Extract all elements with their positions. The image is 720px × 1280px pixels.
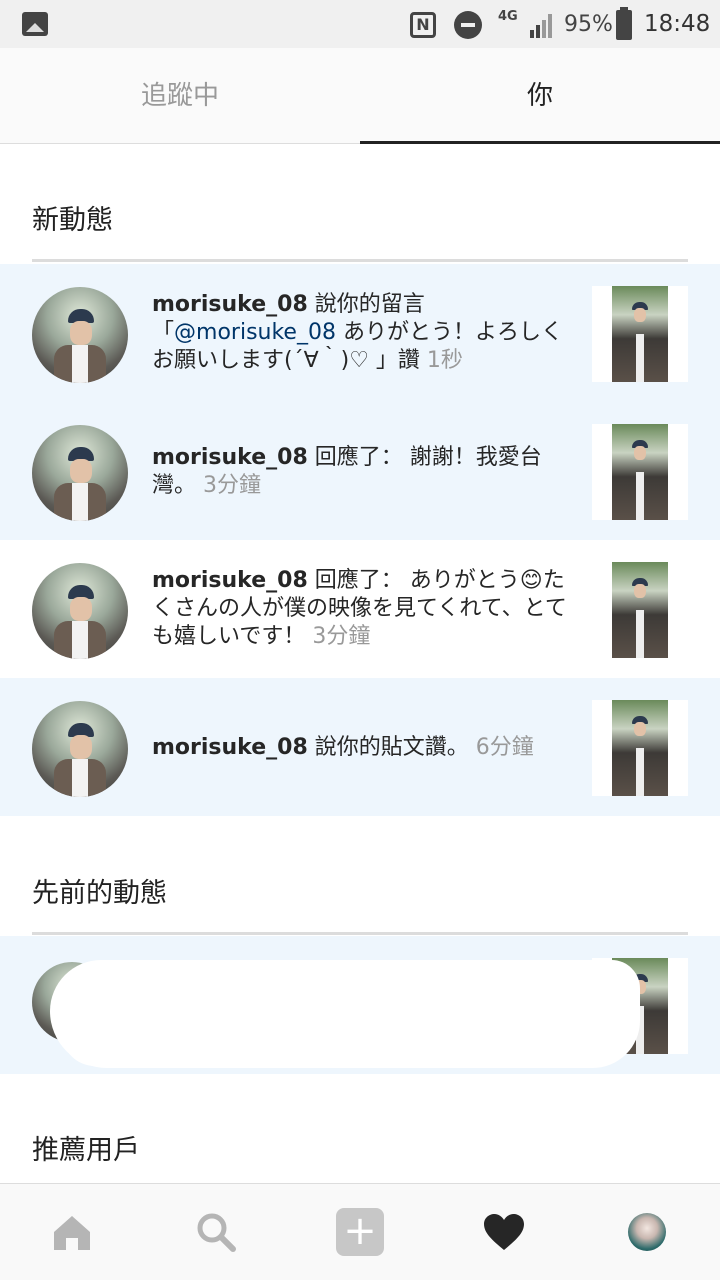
post-thumbnail[interactable]: [592, 562, 688, 658]
heart-icon[interactable]: [482, 1212, 526, 1252]
nfc-icon: N: [410, 12, 436, 38]
clock: 18:48: [644, 11, 711, 37]
search-icon[interactable]: [196, 1212, 236, 1252]
timestamp: 1秒: [419, 348, 463, 373]
user-avatar[interactable]: [32, 701, 128, 797]
profile-avatar[interactable]: [628, 1213, 666, 1251]
timestamp: 3分鐘: [305, 624, 371, 649]
username[interactable]: morisuke_08: [152, 445, 308, 470]
notification-item[interactable]: morisuke_08 回應了： ありがとう😊たくさんの人が僕の映像を見てくれて…: [0, 540, 720, 678]
notification-action: 說你的留言: [307, 292, 425, 317]
notification-text: morisuke_08 說你的貼文讚。 6分鐘: [152, 734, 572, 762]
notification-item[interactable]: morisuke_08 說你的留言 「@morisuke_08 ありがとう！よろ…: [0, 264, 720, 402]
notification-action: 說你的貼文讚。: [307, 735, 469, 760]
section-title-new-activity: 新動態: [32, 205, 113, 236]
timestamp: 3分鐘: [196, 473, 262, 498]
user-avatar[interactable]: [32, 563, 128, 659]
home-icon[interactable]: [52, 1214, 92, 1252]
battery-icon: [616, 7, 632, 40]
mention-link[interactable]: @morisuke_08: [174, 320, 336, 345]
username[interactable]: morisuke_08: [152, 735, 308, 760]
post-thumbnail[interactable]: [592, 424, 688, 520]
section-title-earlier-activity: 先前的動態: [32, 878, 167, 909]
tab-following[interactable]: 追蹤中: [0, 48, 360, 144]
section-title-suggested-users: 推薦用戶: [32, 1135, 140, 1166]
notification-item[interactable]: morisuke_08 說你的貼文讚。 6分鐘: [0, 678, 720, 816]
username[interactable]: morisuke_08: [152, 568, 308, 593]
battery-percentage: 95%: [564, 12, 613, 37]
post-thumbnail[interactable]: [592, 700, 688, 796]
notification-text: morisuke_08 說你的留言 「@morisuke_08 ありがとう！よろ…: [152, 291, 572, 375]
user-avatar[interactable]: [32, 425, 128, 521]
notification-text: morisuke_08 回應了： 謝謝！我愛台灣。 3分鐘: [152, 444, 572, 500]
gallery-notification-icon: [22, 12, 48, 36]
notification-item[interactable]: morisuke_08 回應了： 謝謝！我愛台灣。 3分鐘: [0, 402, 720, 540]
timestamp: 6分鐘: [468, 735, 534, 760]
notification-action: 回應了：: [307, 568, 403, 593]
add-post-button[interactable]: +: [336, 1208, 384, 1256]
notification-action: 回應了：: [307, 445, 403, 470]
status-bar: N 4G 95% 18:48: [0, 0, 720, 48]
activity-tabs: 追蹤中 你: [0, 48, 720, 144]
bottom-navigation: +: [0, 1183, 720, 1280]
tab-you[interactable]: 你: [360, 48, 720, 144]
section-divider: [32, 259, 688, 262]
section-divider: [32, 932, 688, 935]
comment-quote-open: 「: [152, 320, 175, 345]
notification-text: morisuke_08 回應了： ありがとう😊たくさんの人が僕の映像を見てくれて…: [152, 567, 572, 651]
network-type-label: 4G: [498, 9, 518, 24]
do-not-disturb-icon: [454, 11, 482, 39]
username[interactable]: morisuke_08: [152, 292, 308, 317]
signal-strength-icon: [530, 14, 552, 38]
redaction-mark: [62, 1000, 512, 1066]
post-thumbnail[interactable]: [592, 286, 688, 382]
user-avatar[interactable]: [32, 287, 128, 383]
